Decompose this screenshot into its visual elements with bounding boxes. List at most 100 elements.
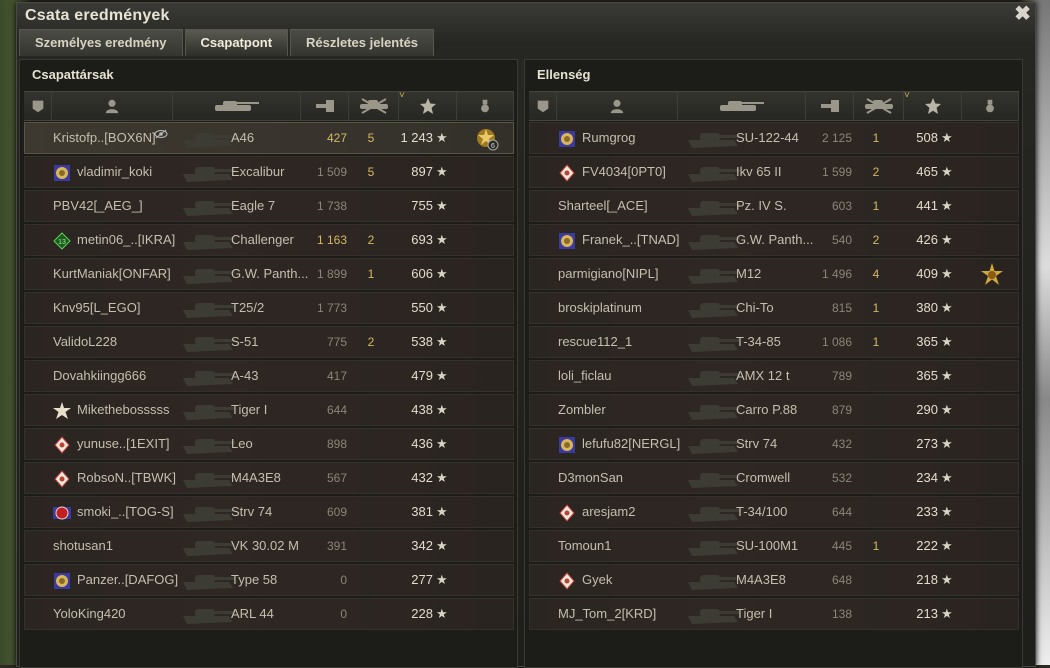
player-row[interactable]: Sharteel[_ACE] Pz. IV S. 603 1 441 ★ (529, 190, 1019, 222)
tank-image-icon (179, 228, 237, 254)
sort-column-medal[interactable] (962, 92, 1019, 120)
sort-column-xp-star[interactable] (399, 92, 457, 120)
player-row[interactable]: parmigiano[NIPL] M12 1 496 4 409 ★ (529, 258, 1019, 290)
xp-star-icon: ★ (941, 436, 953, 451)
xp-star-icon: ★ (941, 164, 953, 179)
player-row[interactable]: Dovahkiingg666 A-43 417 479 ★ (24, 360, 514, 392)
sort-indicator-icon: ˅ (399, 90, 405, 101)
player-row[interactable]: 13 metin06_..[IKRA] Challenger 1 163 2 693 ★ (24, 224, 514, 256)
sort-column-tank[interactable] (173, 92, 301, 120)
damage-value: 644 (326, 403, 347, 417)
sort-column-damage[interactable] (301, 92, 349, 120)
player-row[interactable]: broskiplatinum Chi-To 815 1 380 ★ (529, 292, 1019, 324)
player-row[interactable]: shotusan1 VK 30.02 M 391 342 ★ (24, 530, 514, 562)
tab-team-score[interactable]: Csapatpont (184, 29, 289, 56)
player-row[interactable]: Zombler Carro P.88 879 290 ★ (529, 394, 1019, 426)
player-name: Tomoun1 (558, 538, 612, 553)
xp-star-icon: ★ (436, 198, 448, 213)
xp-value: 1 243 (400, 130, 433, 145)
player-row[interactable]: rescue112_1 T-34-85 1 086 1 365 ★ (529, 326, 1019, 358)
diamond-red-badge-icon (558, 164, 576, 182)
tank-name: Pz. IV S. (736, 198, 787, 213)
player-row[interactable]: Franek_..[TNAD] G.W. Panth... 540 2 426 ★ (529, 224, 1019, 256)
sort-column-kills[interactable] (854, 92, 904, 120)
player-name: Kristofp..[BOX6N] (53, 130, 156, 145)
player-row[interactable]: aresjam2 T-34/100 644 233 ★ (529, 496, 1019, 528)
sort-column-kills[interactable] (349, 92, 399, 120)
sort-column-tank[interactable] (678, 92, 806, 120)
kills-value: 1 (872, 131, 880, 145)
kills-icon (864, 98, 893, 114)
player-name: broskiplatinum (558, 300, 642, 315)
player-row[interactable]: Tomoun1 SU-100M1 445 1 222 ★ (529, 530, 1019, 562)
xp-star-icon: ★ (941, 402, 953, 417)
player-row[interactable]: lefufu82[NERGL] Strv 74 432 273 ★ (529, 428, 1019, 460)
xp-star-icon: ★ (436, 300, 448, 315)
sort-column-player[interactable] (52, 92, 173, 120)
player-row[interactable]: Panzer..[DAFOG] Type 58 0 277 ★ (24, 564, 514, 596)
player-name: Panzer..[DAFOG] (77, 572, 179, 587)
sort-column-platoon[interactable] (24, 92, 52, 120)
xp-value: 233 (916, 504, 938, 519)
player-row[interactable]: Kristofp..[BOX6N] A46 427 5 1 243 ★ 6 (24, 122, 514, 154)
player-row[interactable]: yunuse..[1EXIT] Leo 898 436 ★ (24, 428, 514, 460)
xp-star-icon: ★ (941, 266, 953, 281)
sort-column-player[interactable] (557, 92, 678, 120)
medal-6-icon[interactable]: 6 (474, 126, 500, 152)
tank-name: Tiger I (231, 402, 268, 417)
player-name: YoloKing420 (53, 606, 126, 621)
tab-detailed-report[interactable]: Részletes jelentés (290, 29, 435, 56)
player-row[interactable]: Mikethebosssss Tiger I 644 438 ★ (24, 394, 514, 426)
close-icon[interactable]: ✖ (1014, 2, 1031, 26)
xp-star-icon: ★ (436, 470, 448, 485)
xp-value: 380 (916, 300, 938, 315)
platoon-icon (32, 100, 43, 113)
xp-value: 218 (916, 572, 938, 587)
player-row[interactable]: ValidoL228 S-51 775 2 538 ★ (24, 326, 514, 358)
xp-value: 213 (916, 606, 938, 621)
player-row[interactable]: YoloKing420 ARL 44 0 228 ★ (24, 598, 514, 630)
player-row[interactable]: FV4034[0PT0] Ikv 65 II 1 599 2 465 ★ (529, 156, 1019, 188)
player-row[interactable]: KurtManiak[ONFAR] G.W. Panth... 1 899 1 606 ★ (24, 258, 514, 290)
tank-image-icon (179, 568, 237, 594)
tank-name: VK 30.02 M (231, 538, 299, 553)
player-row[interactable]: Gyek M4A3E8 648 218 ★ (529, 564, 1019, 596)
background-edge (1034, 0, 1050, 665)
tank-image-icon (179, 398, 237, 424)
player-row[interactable]: Rumgrog SU-122-44 2 125 1 508 ★ (529, 122, 1019, 154)
tank-name: ARL 44 (231, 606, 274, 621)
player-name: PBV42[_AEG_] (53, 198, 143, 213)
xp-star-icon: ★ (436, 606, 448, 621)
player-name: MJ_Tom_2[KRD] (558, 606, 657, 621)
player-row[interactable]: Knv95[L_EGO] T25/2 1 773 550 ★ (24, 292, 514, 324)
tab-personal-result[interactable]: Személyes eredmény (19, 29, 183, 56)
player-row[interactable]: smoki_..[TOG-S] Strv 74 609 381 ★ (24, 496, 514, 528)
player-row[interactable]: vladimir_koki Excalibur 1 509 5 897 ★ (24, 156, 514, 188)
sort-column-xp-star[interactable] (904, 92, 962, 120)
damage-value: 427 (326, 131, 347, 145)
player-name: Dovahkiingg666 (53, 368, 147, 383)
enemies-list: Rumgrog SU-122-44 2 125 1 508 ★ FV4034[0PT0] Ik… (529, 122, 1019, 632)
sort-column-damage[interactable] (806, 92, 854, 120)
damage-value: 417 (326, 369, 347, 383)
tank-name: M4A3E8 (736, 572, 786, 587)
sort-column-medal[interactable] (457, 92, 514, 120)
damage-value: 789 (831, 369, 852, 383)
xp-value: 342 (411, 538, 433, 553)
player-row[interactable]: D3monSan Cromwell 532 234 ★ (529, 462, 1019, 494)
player-row[interactable]: loli_ficlau AMX 12 t 789 365 ★ (529, 360, 1019, 392)
player-row[interactable]: RobsoN..[TBWK] M4A3E8 567 432 ★ (24, 462, 514, 494)
tank-icon (214, 101, 259, 111)
medal-gold-icon[interactable] (979, 262, 1005, 288)
xp-star-icon: ★ (941, 504, 953, 519)
player-row[interactable]: MJ_Tom_2[KRD] Tiger I 138 213 ★ (529, 598, 1019, 630)
xp-star-icon: ★ (941, 572, 953, 587)
kills-value: 5 (367, 131, 375, 145)
tank-image-icon (684, 330, 742, 356)
damage-value: 1 163 (316, 233, 347, 247)
column-header: ˅ (24, 90, 514, 121)
xp-star-icon: ★ (941, 470, 953, 485)
damage-value: 815 (831, 301, 852, 315)
sort-column-platoon[interactable] (529, 92, 557, 120)
player-row[interactable]: PBV42[_AEG_] Eagle 7 1 738 755 ★ (24, 190, 514, 222)
